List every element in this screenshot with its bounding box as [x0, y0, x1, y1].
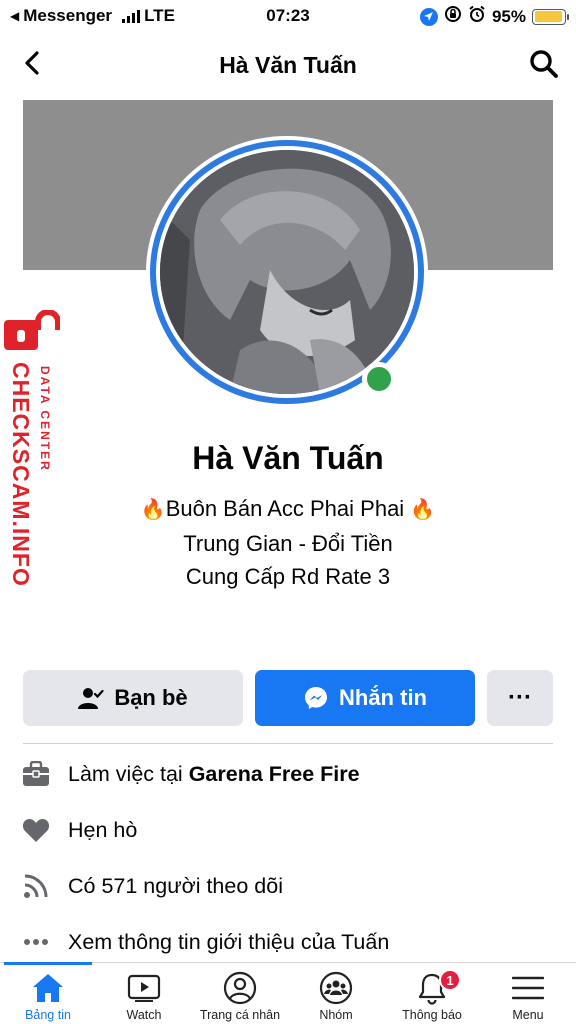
tab-groups-label: Nhóm [319, 1008, 353, 1022]
bio-line-1-text: Buôn Bán Acc Phai Phai [165, 496, 405, 521]
groups-icon [318, 970, 354, 1006]
tab-home[interactable]: Bảng tin [0, 962, 96, 1024]
back-arrow-icon[interactable] [18, 48, 48, 78]
watch-icon [126, 970, 162, 1006]
battery-icon [532, 8, 569, 25]
info-row-dating[interactable]: Hẹn hò [22, 810, 562, 850]
messenger-icon [305, 687, 327, 709]
friends-button[interactable]: Bạn bè [23, 670, 243, 726]
location-icon [419, 7, 438, 26]
tab-watch-label: Watch [126, 1008, 162, 1022]
info-row-work[interactable]: Làm việc tại Garena Free Fire [22, 754, 562, 794]
tab-notifications[interactable]: 1 Thông báo [384, 963, 480, 1024]
fire-emoji-icon: 🔥 [140, 499, 166, 521]
bio-line-1: 🔥Buôn Bán Acc Phai Phai 🔥 [0, 492, 576, 527]
page-title: Hà Văn Tuấn [219, 51, 357, 78]
message-button-label: Nhắn tin [339, 685, 427, 710]
work-prefix: Làm việc tại [68, 761, 189, 786]
tab-menu-label: Menu [512, 1008, 544, 1022]
info-row-about[interactable]: Xem thông tin giới thiệu của Tuấn [22, 922, 562, 962]
more-horizontal-icon [22, 928, 50, 956]
tab-menu[interactable]: Menu [480, 963, 576, 1024]
tab-groups[interactable]: Nhóm [288, 963, 384, 1024]
work-place[interactable]: Garena Free Fire [189, 762, 360, 787]
profile-icon [222, 970, 258, 1006]
bio-line-2: Trung Gian - Đổi Tiền [183, 531, 393, 556]
rss-followers-icon [22, 872, 50, 900]
notification-badge: 1 [439, 969, 461, 991]
bio-line-3: Cung Cấp Rd Rate 3 [185, 564, 391, 589]
status-bar: ◀ Messenger LTE 07:23 95% [0, 0, 576, 32]
profile-avatar[interactable] [140, 134, 436, 412]
status-right: 95% [419, 5, 569, 28]
briefcase-icon [22, 760, 50, 788]
tab-profile-label: Trang cá nhân [199, 1008, 281, 1022]
more-dots-icon: ··· [508, 684, 532, 711]
message-button[interactable]: Nhắn tin [255, 670, 475, 726]
info-row-followers[interactable]: Có 571 người theo dõi [22, 866, 562, 906]
rotation-lock-icon [444, 5, 462, 28]
tab-watch[interactable]: Watch [96, 963, 192, 1024]
avatar-image [160, 150, 414, 394]
more-options-button[interactable]: ··· [487, 670, 553, 726]
bottom-tab-bar: Bảng tin Watch Trang cá nhân Nhóm 1 Thôn… [0, 962, 576, 1024]
menu-icon [510, 970, 546, 1006]
friends-button-label: Bạn bè [114, 685, 188, 710]
profile-name: Hà Văn Tuấn [192, 440, 384, 476]
profile-bio: 🔥Buôn Bán Acc Phai Phai 🔥 Trung Gian - Đ… [0, 492, 576, 593]
lock-icon [4, 310, 60, 350]
online-status-dot [362, 362, 396, 396]
battery-fill [534, 11, 563, 22]
dating-label: Hẹn hò [68, 817, 138, 842]
heart-icon [22, 816, 50, 844]
fire-emoji-icon: 🔥 [410, 499, 436, 521]
followers-label: Có 571 người theo dõi [68, 873, 283, 898]
friend-check-icon [78, 688, 104, 709]
about-link[interactable]: Xem thông tin giới thiệu của Tuấn [68, 930, 389, 955]
search-icon[interactable] [528, 48, 560, 80]
home-icon [30, 970, 66, 1006]
divider [23, 743, 553, 744]
battery-percent: 95% [491, 6, 526, 26]
alarm-icon [468, 5, 486, 28]
tab-profile[interactable]: Trang cá nhân [192, 963, 288, 1024]
tab-home-label: Bảng tin [25, 1008, 71, 1022]
header: Hà Văn Tuấn [0, 38, 576, 92]
tab-notifications-label: Thông báo [402, 1008, 462, 1022]
